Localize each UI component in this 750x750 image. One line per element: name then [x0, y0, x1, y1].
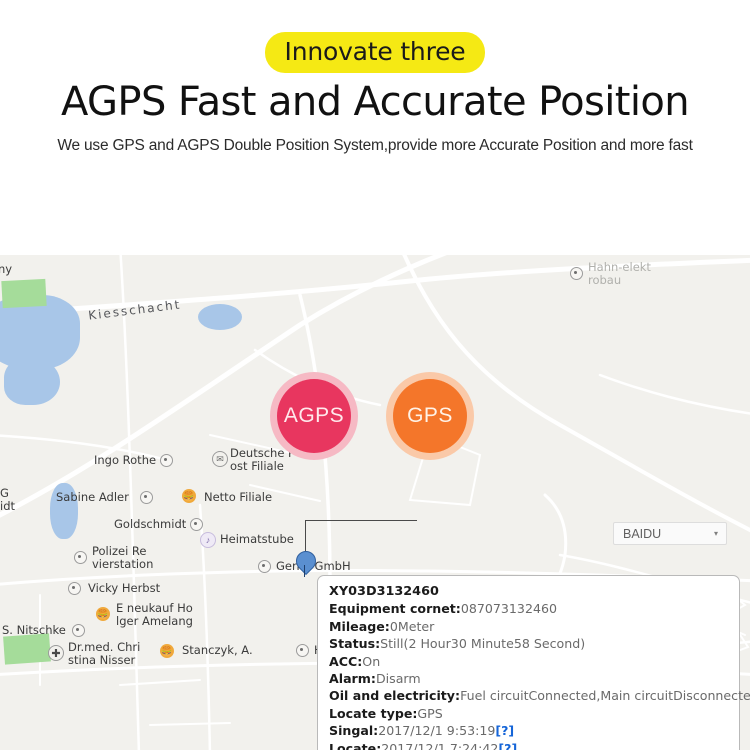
map-provider-value: BAIDU [623, 526, 662, 541]
info-row-acc: ACC:On [329, 653, 729, 670]
info-row-alarm: Alarm:Disarm [329, 670, 729, 687]
agps-circle: AGPS [277, 379, 351, 453]
chevron-down-icon: ▾ [713, 529, 718, 538]
map-marker-pin[interactable] [291, 546, 321, 577]
pharmacy-icon: ✚ [48, 645, 64, 661]
poi-label-g-idt: G idt [0, 486, 16, 513]
innovate-badge: Innovate three [264, 32, 486, 73]
info-row-mileage: Mileage:0Meter [329, 618, 729, 635]
info-value: 2017/12/1 9:53:19 [378, 723, 496, 739]
poi-label-sabine-adler: Sabine Adler [56, 490, 129, 504]
gps-circle: GPS [393, 379, 467, 453]
food-icon-stanczyk: 🍔 [160, 644, 174, 658]
poi-dot-gerne [258, 560, 271, 573]
poi-dot-sabine-adler [140, 491, 153, 504]
poi-label-polizei: Polizei Re vierstation [92, 544, 154, 571]
info-row-singal: Singal:2017/12/1 9:53:19[?] [329, 722, 729, 739]
poi-dot-goldschmidt [190, 518, 203, 531]
music-icon-heimatstube: ♪ [200, 532, 216, 548]
info-value: 0Meter [389, 618, 435, 634]
page-title: AGPS Fast and Accurate Position [60, 79, 690, 125]
info-label: Singal: [329, 723, 379, 739]
info-label: Locate type: [329, 705, 418, 721]
info-row-status: Status:Still(2 Hour30 Minute58 Second) [329, 635, 729, 652]
info-value: GPS [417, 705, 443, 721]
poi-dot-vicky-herbst [68, 582, 81, 595]
food-icon-neukauf: 🍔 [96, 607, 110, 621]
info-row-oil-electricity: Oil and electricity:Fuel circuitConnecte… [329, 687, 750, 704]
poi-label-deutsche-post: Deutsche P ost Filiale [230, 446, 295, 473]
poi-label-netto: Netto Filiale [204, 490, 273, 504]
food-icon-netto: 🍔 [182, 489, 196, 503]
info-label: ACC: [329, 653, 363, 669]
poi-label-dr-nisser: Dr.med. Chri stina Nisser [68, 640, 141, 667]
water-body-4 [198, 304, 242, 330]
poi-label-heimatstube: Heimatstube [220, 532, 294, 546]
poi-dot-nitschke [72, 624, 85, 637]
info-value: 2017/12/1 7:24:42 [381, 740, 499, 750]
info-label: Equipment cornet: [329, 601, 461, 617]
poi-label-ingo-rothe: Ingo Rothe [94, 453, 157, 467]
pin-leader-horizontal [305, 520, 417, 521]
park-area [3, 633, 51, 665]
info-value: Still(2 Hour30 Minute58 Second) [380, 636, 586, 652]
poi-label-goldschmidt: Goldschmidt [114, 517, 187, 531]
park-area-2 [1, 278, 47, 309]
header-section: Innovate three AGPS Fast and Accurate Po… [0, 0, 750, 460]
info-value: 087073132460 [460, 601, 557, 617]
poi-dot-ha [296, 644, 309, 657]
page-subtitle: We use GPS and AGPS Double Position Syst… [57, 137, 693, 154]
info-label: Oil and electricity: [329, 688, 461, 704]
tech-circles: AGPS GPS [0, 186, 750, 460]
info-row-locate: Locate:2017/12/1 7:24:42[?] [329, 740, 729, 750]
poi-label-neukauf: E neukauf Ho lger Amelang [116, 601, 193, 628]
device-info-popup: XY03D3132460 Equipment cornet:0870731324… [317, 575, 750, 750]
badge-container: Innovate three [0, 32, 750, 73]
info-row-equipment-cornet: Equipment cornet:087073132460 [329, 600, 729, 617]
device-id: XY03D3132460 [329, 584, 439, 599]
poi-dot-polizei [74, 551, 87, 564]
info-value: Disarm [375, 671, 421, 687]
post-office-icon: ✉ [212, 451, 228, 467]
water-body-2 [4, 357, 60, 405]
info-value: On [362, 653, 381, 669]
poi-label-vicky-herbst: Vicky Herbst [88, 581, 161, 595]
info-label: Status: [329, 636, 381, 652]
info-label: Alarm: [329, 671, 376, 687]
info-label: Locate: [329, 740, 382, 750]
poi-label-nitschke: S. Nitschke [2, 623, 66, 637]
map-provider-select[interactable]: BAIDU ▾ [613, 522, 727, 545]
singal-help-icon[interactable]: [?] [495, 723, 514, 738]
poi-label-stanczyk: Stanczyk, A. [182, 643, 253, 657]
info-label: Mileage: [329, 618, 390, 634]
info-value: Fuel circuitConnected,Main circuitDiscon… [460, 688, 750, 704]
locate-help-icon[interactable]: [?] [498, 741, 517, 750]
info-row-locate-type: Locate type:GPS [329, 705, 729, 722]
map-canvas[interactable]: Kiesschacht An der Kirche ny Hahn-elekt … [0, 255, 750, 750]
poi-dot-ingo-rothe [160, 454, 173, 467]
pin-tail [304, 565, 305, 577]
